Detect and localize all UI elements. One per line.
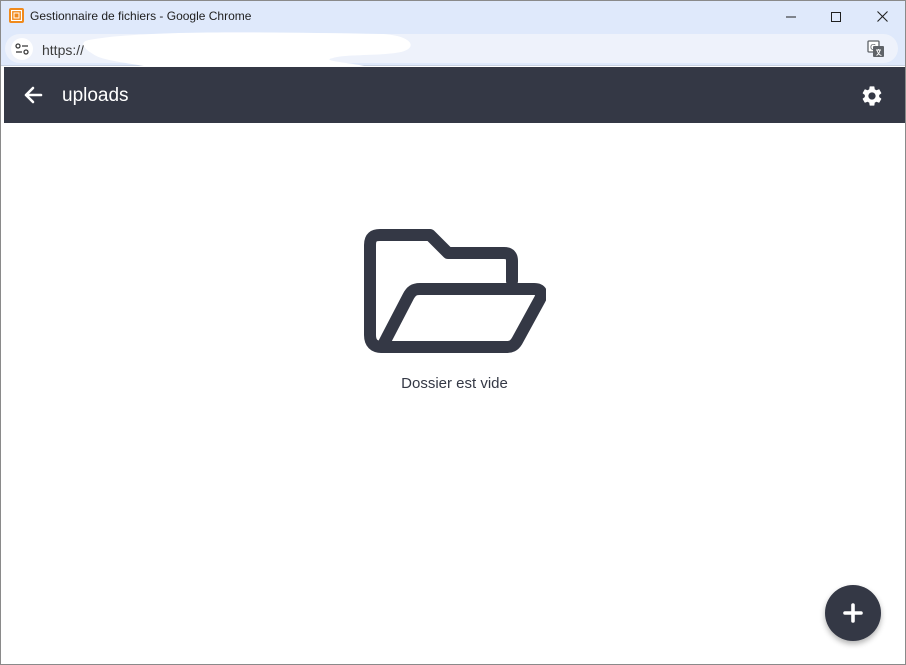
app-icon bbox=[9, 8, 24, 23]
maximize-icon bbox=[831, 11, 841, 22]
add-button[interactable] bbox=[825, 585, 881, 641]
page-title: uploads bbox=[62, 85, 129, 106]
arrow-left-icon bbox=[24, 86, 43, 104]
empty-state-message: Dossier est vide bbox=[401, 375, 508, 392]
site-settings-icon bbox=[15, 43, 29, 55]
minimize-icon bbox=[786, 16, 796, 17]
window-title: Gestionnaire de fichiers - Google Chrome bbox=[30, 9, 252, 23]
gear-icon[interactable] bbox=[860, 84, 884, 108]
folder-open-icon bbox=[364, 229, 546, 353]
url-text: https:// bbox=[42, 42, 85, 58]
app-header: uploads bbox=[4, 67, 905, 123]
translate-icon[interactable]: G bbox=[867, 40, 885, 58]
site-info-button[interactable] bbox=[11, 38, 33, 60]
file-list-area: Dossier est vide bbox=[4, 123, 905, 664]
browser-window: Gestionnaire de fichiers - Google Chrome bbox=[0, 0, 906, 665]
maximize-button[interactable] bbox=[813, 1, 859, 32]
minimize-button[interactable] bbox=[768, 1, 814, 32]
svg-text:G: G bbox=[870, 43, 876, 52]
back-button[interactable] bbox=[22, 84, 44, 106]
title-bar: Gestionnaire de fichiers - Google Chrome bbox=[1, 1, 905, 32]
close-icon bbox=[876, 11, 888, 22]
address-bar: https:// G bbox=[1, 32, 905, 78]
close-button[interactable] bbox=[859, 1, 905, 32]
plus-icon bbox=[843, 603, 863, 623]
